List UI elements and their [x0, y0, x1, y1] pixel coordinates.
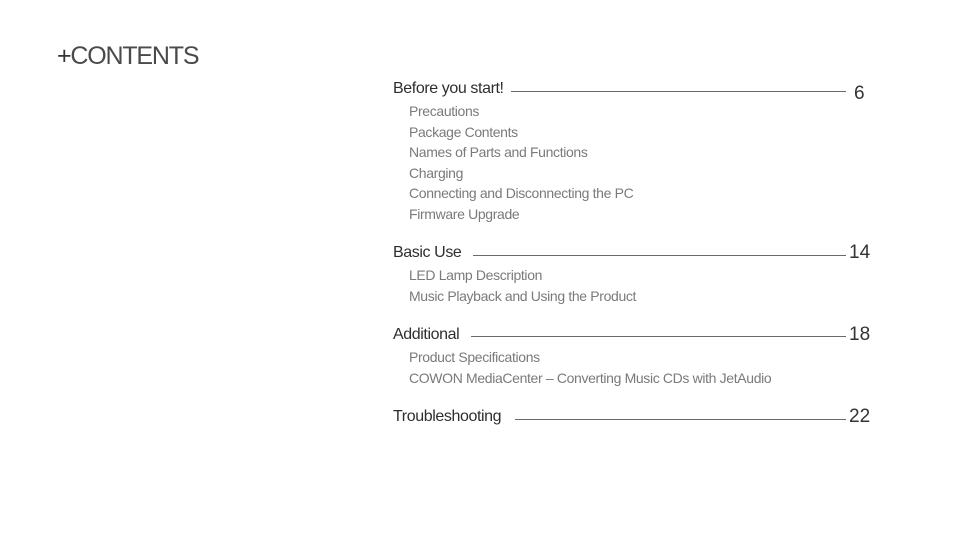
toc-item[interactable]: Precautions: [409, 101, 873, 122]
toc-section-before-you-start: Before you start! 6 Precautions Package …: [393, 80, 873, 224]
title-plus: +: [57, 42, 72, 70]
toc-section-troubleshooting: Troubleshooting 22: [393, 406, 873, 428]
toc-item[interactable]: Names of Parts and Functions: [409, 142, 873, 163]
toc-section-page[interactable]: 22: [849, 406, 870, 428]
toc-item[interactable]: Charging: [409, 163, 873, 184]
toc-item[interactable]: Connecting and Disconnecting the PC: [409, 183, 873, 204]
toc-item[interactable]: Firmware Upgrade: [409, 204, 873, 225]
toc-subitems: Product Specifications COWON MediaCenter…: [393, 347, 873, 388]
toc-section-heading[interactable]: Additional: [393, 326, 464, 344]
toc-section-heading-row[interactable]: Troubleshooting 22: [393, 406, 873, 428]
toc-section-heading[interactable]: Basic Use: [393, 244, 466, 262]
title-text: CONTENTS: [70, 42, 199, 70]
toc-section-heading-row[interactable]: Basic Use 14: [393, 242, 873, 264]
toc-item[interactable]: COWON MediaCenter – Converting Music CDs…: [409, 368, 873, 389]
toc-section-heading-row[interactable]: Additional 18: [393, 324, 873, 346]
page-title: +CONTENTS: [57, 42, 200, 71]
toc-section-page[interactable]: 18: [849, 324, 870, 346]
toc-subitems: Precautions Package Contents Names of Pa…: [393, 101, 873, 224]
toc-item[interactable]: LED Lamp Description: [409, 265, 873, 286]
toc-section-heading-row[interactable]: Before you start! 6: [393, 80, 873, 104]
toc-leader-rule: [511, 91, 846, 92]
toc-section-heading[interactable]: Troubleshooting: [393, 408, 506, 426]
toc-item[interactable]: Product Specifications: [409, 347, 873, 368]
toc-section-additional: Additional 18 Product Specifications COW…: [393, 324, 873, 388]
toc-leader-rule: [515, 419, 846, 420]
toc-section-page[interactable]: 14: [849, 242, 870, 264]
toc-section-page[interactable]: 6: [854, 83, 865, 105]
toc-subitems: LED Lamp Description Music Playback and …: [393, 265, 873, 306]
toc-item[interactable]: Package Contents: [409, 122, 873, 143]
toc-section-heading[interactable]: Before you start!: [393, 80, 508, 98]
toc-leader-rule: [473, 255, 846, 256]
toc-leader-rule: [471, 336, 846, 337]
toc-section-basic-use: Basic Use 14 LED Lamp Description Music …: [393, 242, 873, 306]
toc-item[interactable]: Music Playback and Using the Product: [409, 286, 873, 307]
